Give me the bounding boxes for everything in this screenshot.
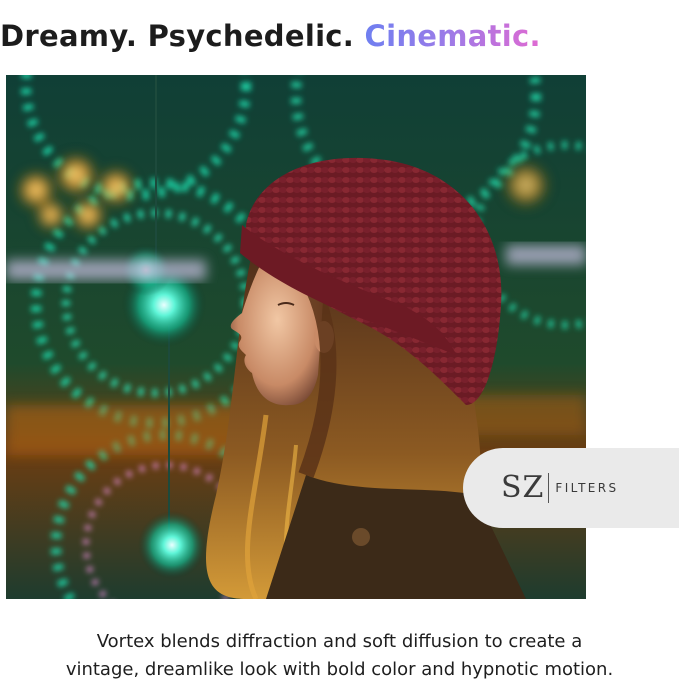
brand-label: FILTERS xyxy=(555,481,619,495)
headline-primary: Dreamy. Psychedelic. xyxy=(0,19,365,54)
product-description: Vortex blends diffraction and soft diffu… xyxy=(0,628,679,684)
headline: Dreamy. Psychedelic. Cinematic. xyxy=(0,19,679,59)
sz-logo: SZ xyxy=(501,470,545,505)
badge-divider xyxy=(548,473,550,503)
sz-filters-badge: SZ FILTERS xyxy=(463,448,679,528)
headline-accent: Cinematic. xyxy=(364,19,541,54)
description-line-1: Vortex blends diffraction and soft diffu… xyxy=(96,631,583,652)
description-line-2: vintage, dreamlike look with bold color … xyxy=(65,659,614,680)
